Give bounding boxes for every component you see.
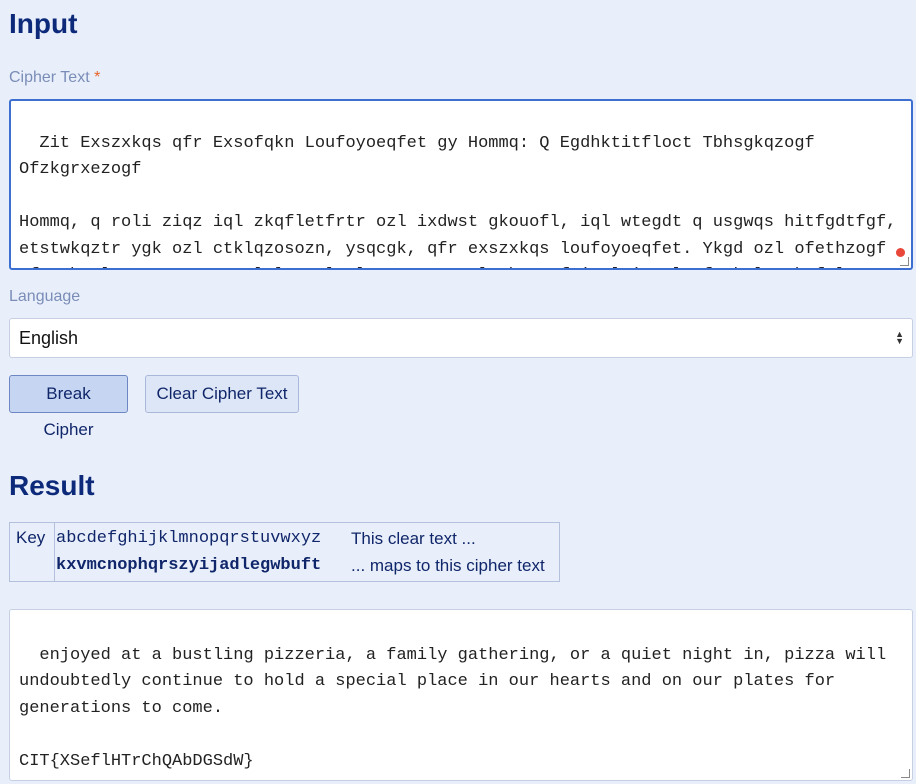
clear-alphabet: abcdefghijklmnopqrstuvwxyz bbox=[56, 529, 322, 548]
resize-handle-icon[interactable] bbox=[900, 257, 909, 266]
key-label: Key bbox=[10, 523, 55, 581]
language-label: Language bbox=[9, 288, 81, 305]
result-heading: Result bbox=[9, 470, 95, 501]
cipher-text-input[interactable]: Zit Exszxkqs qfr Exsofqkn Loufoyoeqfet g… bbox=[9, 99, 913, 270]
key-table: Key abcdefghijklmnopqrstuvwxyz kxvmcnoph… bbox=[9, 522, 560, 582]
cipher-text-label-text: Cipher Text bbox=[9, 69, 90, 86]
cipher-text-content: Zit Exszxkqs qfr Exsofqkn Loufoyoeqfet g… bbox=[19, 133, 897, 269]
resize-handle-icon[interactable] bbox=[901, 769, 910, 778]
input-heading: Input bbox=[9, 8, 78, 39]
cipher-alphabet: kxvmcnophqrszyijadlegwbuft bbox=[56, 556, 322, 575]
plain-text-content: enjoyed at a bustling pizzeria, a family… bbox=[19, 645, 887, 771]
required-mark: * bbox=[94, 69, 101, 86]
break-cipher-button[interactable]: Break Cipher bbox=[9, 375, 128, 439]
clear-cipher-text-button[interactable]: Clear Cipher Text bbox=[145, 375, 299, 413]
plain-text-output[interactable]: enjoyed at a bustling pizzeria, a family… bbox=[9, 609, 913, 781]
language-select[interactable]: English ▲ ▼ bbox=[9, 318, 913, 358]
clear-note: This clear text ... bbox=[351, 529, 476, 548]
cipher-text-label: Cipher Text * bbox=[9, 69, 100, 87]
language-selected-value: English bbox=[19, 328, 79, 348]
cipher-note: ... maps to this cipher text bbox=[351, 556, 545, 575]
spellcheck-indicator-icon bbox=[896, 248, 905, 257]
select-updown-icon: ▲ ▼ bbox=[895, 329, 904, 346]
